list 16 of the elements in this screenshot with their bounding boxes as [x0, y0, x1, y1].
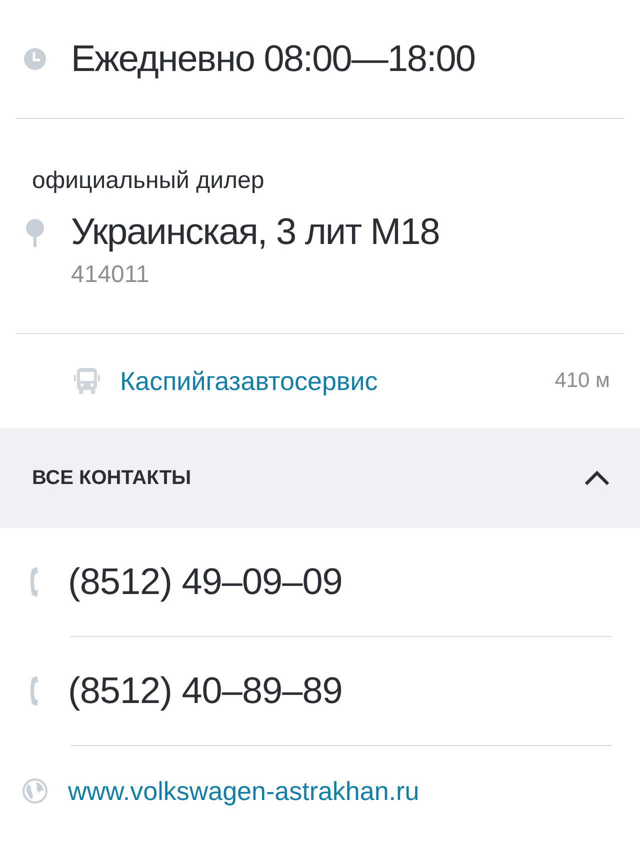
- pin-icon: [25, 219, 45, 247]
- street-address: Украинская, 3 лит М18: [71, 211, 440, 253]
- phone-number[interactable]: (8512) 49–09–09: [68, 561, 342, 603]
- contacts-header[interactable]: ВСЕ КОНТАКТЫ: [0, 428, 640, 528]
- postcode: 414011: [71, 261, 150, 289]
- section-title: ВСЕ КОНТАКТЫ: [32, 466, 192, 490]
- station-link[interactable]: Каспийгазавтосервис: [120, 366, 541, 396]
- chevron-up-icon[interactable]: [584, 470, 610, 486]
- website-link[interactable]: www.volkswagen-astrakhan.ru: [68, 776, 420, 806]
- phone-number[interactable]: (8512) 40–89–89: [68, 670, 342, 712]
- bus-icon: [74, 367, 100, 395]
- globe-icon: [22, 778, 48, 804]
- clock-icon: [23, 47, 47, 71]
- opening-hours: Ежедневно 08:00—18:00: [71, 38, 475, 80]
- distance: 410 м: [554, 369, 610, 393]
- dealer-label: официальный дилер: [31, 167, 266, 195]
